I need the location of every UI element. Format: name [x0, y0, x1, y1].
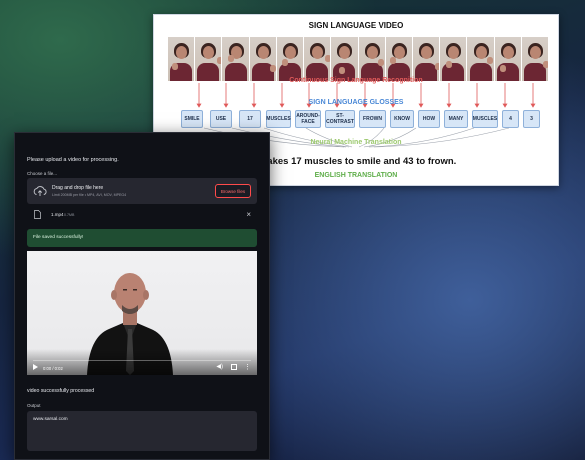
- gloss-smile: SMILE: [181, 110, 203, 128]
- video-frame: [385, 37, 412, 81]
- gloss-4: 4: [502, 110, 519, 128]
- output-value: www.sarsal.com: [33, 417, 68, 422]
- video-player[interactable]: 0:00 / 0:02 ◀) ⋮: [27, 251, 257, 375]
- file-uploader-label: Choose a file...: [27, 171, 58, 176]
- video-frame: [521, 37, 549, 81]
- recognition-label: Continuous Sign Language Recognition: [289, 77, 423, 84]
- play-icon[interactable]: [33, 364, 38, 370]
- upload-panel: Please upload a video for processing. Ch…: [14, 132, 270, 460]
- diagram-title: SIGN LANGUAGE VIDEO: [308, 21, 404, 30]
- success-alert: File saved successfully!: [27, 229, 257, 247]
- video-frame: [222, 37, 249, 81]
- glosses-title: SIGN LANGUAGE GLOSSES: [308, 99, 404, 106]
- video-frame: [494, 37, 521, 81]
- close-icon[interactable]: ×: [246, 210, 251, 220]
- gloss-3: 3: [523, 110, 540, 128]
- more-options-icon[interactable]: ⋮: [244, 364, 251, 372]
- processed-message: video successfully processed: [27, 388, 95, 394]
- output-field[interactable]: www.sarsal.com: [27, 411, 257, 451]
- video-frame: [249, 37, 276, 81]
- video-frame: [440, 37, 467, 81]
- gloss-row: SMILE USE 17 MUSCLES AROUND-FACE ST-CONT…: [181, 110, 541, 128]
- gloss-muscles-2: MUSCLES: [472, 110, 498, 128]
- video-frame: [331, 37, 358, 81]
- file-size: 0.7MB: [64, 212, 75, 217]
- gloss-st-contrast: ST-CONTRAST: [325, 110, 355, 128]
- video-frame: [358, 37, 385, 81]
- gloss-know: KNOW: [390, 110, 414, 128]
- file-icon: [34, 210, 41, 219]
- success-message: File saved successfully!: [33, 235, 84, 240]
- gloss-use: USE: [210, 110, 232, 128]
- cloud-upload-icon: [33, 186, 47, 196]
- video-frame: [412, 37, 440, 81]
- video-time: 0:00 / 0:02: [43, 366, 63, 371]
- video-frame: [195, 37, 222, 81]
- video-progress-bar[interactable]: [33, 359, 251, 361]
- file-dropzone[interactable]: Drag and drop file here Limit 200MB per …: [27, 178, 257, 204]
- drop-title: Drag and drop file here: [52, 185, 104, 191]
- video-frame: [304, 37, 331, 81]
- upload-prompt: Please upload a video for processing.: [27, 157, 119, 163]
- video-frame: [168, 37, 195, 81]
- video-frame: [467, 37, 494, 81]
- video-frame: [276, 37, 304, 81]
- gloss-how: HOW: [418, 110, 440, 128]
- fullscreen-icon[interactable]: [231, 364, 237, 370]
- gloss-many: MANY: [444, 110, 468, 128]
- gloss-frown: FROWN: [359, 110, 386, 128]
- output-label: Output: [27, 403, 41, 408]
- video-controls-overlay: [27, 349, 257, 375]
- drop-hint: Limit 200MB per file • MP4, AVI, MOV, MP…: [52, 193, 127, 197]
- video-frame-strip: [168, 37, 549, 81]
- uploaded-file-row: 1.mp4 0.7MB ×: [27, 209, 257, 221]
- file-name: 1.mp4: [51, 212, 64, 217]
- gloss-17: 17: [239, 110, 261, 128]
- gloss-muscles: MUSCLES: [266, 110, 291, 128]
- volume-icon[interactable]: ◀): [216, 364, 223, 371]
- browse-files-button[interactable]: Browse files: [215, 184, 251, 198]
- gloss-around-face: AROUND-FACE: [295, 110, 321, 128]
